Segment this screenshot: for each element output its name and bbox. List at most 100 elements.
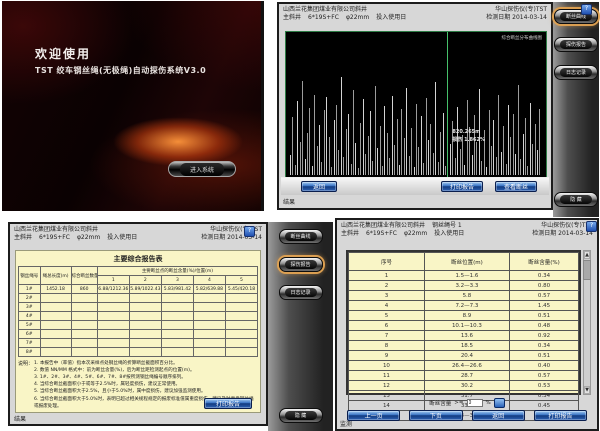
scrollbar[interactable]: ▲ ▼ — [583, 250, 591, 395]
report-cell: 5# — [19, 321, 41, 330]
chart-bar — [438, 162, 439, 175]
scroll-up-icon[interactable]: ▲ — [584, 251, 590, 259]
company-name: 山西兰花集团煤业有限公司斜井 — [283, 6, 367, 14]
detail-window-header: 山西兰花集团煤业有限公司斜井 钢丝绳号 1 华山探伤仪(专)TST 主斜井 6*… — [337, 220, 597, 238]
next-page-button[interactable]: 下页 — [409, 410, 462, 421]
report-cell — [40, 348, 71, 357]
col-index: 序号 — [349, 253, 425, 271]
menu-log-record[interactable]: 日志记录 — [279, 285, 323, 300]
chart-bars — [286, 32, 546, 179]
detail-table-row[interactable]: 1128.70.57 — [349, 371, 579, 381]
chart-bar — [375, 86, 376, 175]
detail-table-row[interactable]: 23.2—3.30.80 — [349, 281, 579, 291]
menu-inspection-report[interactable]: 探伤报告 — [554, 37, 598, 52]
view-broken-wire-button[interactable]: 查看断丝 — [495, 181, 537, 192]
detail-table-row[interactable]: 610.1—10.30.48 — [349, 321, 579, 331]
print-report-button[interactable]: 打印报告 — [534, 410, 587, 421]
hide-button[interactable]: 隐 藏 — [279, 408, 323, 423]
report-cell: 2# — [19, 294, 41, 303]
detail-cell: 0.92 — [509, 331, 578, 341]
chart-bar — [513, 114, 514, 175]
chart-bar — [329, 137, 330, 175]
enter-system-button[interactable]: 进入系统 — [168, 161, 236, 177]
detail-cell: 7 — [349, 331, 425, 341]
chart-bar — [493, 120, 494, 175]
detail-table-row[interactable]: 58.90.51 — [349, 311, 579, 321]
report-cell — [129, 303, 161, 312]
scrollbar-thumb[interactable] — [583, 260, 591, 280]
detail-cell: 13.6 — [424, 331, 509, 341]
chart-bar — [515, 154, 516, 175]
detail-cell: 0.40 — [509, 361, 578, 371]
filter-value-input[interactable] — [467, 399, 483, 407]
help-icon[interactable]: ? — [586, 221, 597, 232]
chart-bar — [435, 82, 436, 175]
detail-table-row[interactable]: 35.80.57 — [349, 291, 579, 301]
back-button[interactable]: 返回 — [472, 410, 525, 421]
menu-log-record[interactable]: 日志记录 — [554, 65, 598, 80]
note-item: 1. 本报告中（率值）指本次采样点处钢丝绳的折算断丝截面积百分比。 — [34, 360, 258, 367]
help-icon[interactable]: ? — [581, 4, 592, 15]
detail-table-row[interactable]: 713.60.92 — [349, 331, 579, 341]
chart-bar — [377, 148, 378, 175]
detail-cell: 11 — [349, 371, 425, 381]
subcol-4: 4 — [193, 276, 225, 285]
detail-cell: 0.53 — [509, 381, 578, 391]
detail-cell: 9 — [349, 351, 425, 361]
col-rope-no: 钢丝绳号 — [19, 267, 41, 285]
detail-table-row[interactable]: 11.5—1.60.34 — [349, 271, 579, 281]
detail-table-row[interactable]: 47.2—7.31.45 — [349, 301, 579, 311]
chart-bar — [430, 124, 431, 175]
chart-bar — [409, 156, 410, 175]
broken-wire-chart[interactable]: 820.265m 损伤 1.862% 综合断丝分布曲线图 — [285, 31, 547, 180]
detail-table-row[interactable]: 818.50.34 — [349, 341, 579, 351]
print-report-button[interactable]: 打印报告 — [204, 398, 252, 409]
detail-window: 山西兰花集团煤业有限公司斜井 钢丝绳号 1 华山探伤仪(专)TST 主斜井 6*… — [335, 218, 599, 431]
report-cell — [225, 294, 257, 303]
enter-system-label: 进入系统 — [180, 163, 224, 176]
chart-bar — [433, 153, 434, 175]
report-cell — [129, 312, 161, 321]
menu-inspection-report[interactable]: 探伤报告 — [279, 257, 323, 272]
hide-button[interactable]: 隐 藏 — [554, 192, 598, 207]
chart-bar — [394, 145, 395, 175]
print-report-button[interactable]: 打印报告 — [441, 181, 483, 192]
menu-broken-wire-curve[interactable]: 断丝曲线 — [279, 229, 323, 244]
chart-bar — [506, 164, 507, 175]
detail-table-row[interactable]: 1230.20.53 — [349, 381, 579, 391]
detail-button-row: 上一页 下页 返回 打印报告 — [347, 410, 587, 421]
back-button[interactable]: 返回 — [301, 181, 337, 192]
chart-bar — [387, 133, 388, 175]
cursor-value: 损伤 1.862% — [452, 137, 485, 145]
report-cell — [40, 330, 71, 339]
scroll-down-icon[interactable]: ▼ — [584, 386, 590, 394]
note-item: 4. 当综合断丝截面积小于或等于2.5%时，属轻度损伤，建议正常使用。 — [34, 381, 258, 388]
report-table: 钢丝绳号 绳总长度(m) 综合断丝数量(处) 主要断丝点的断丝含量(%)/位置(… — [18, 266, 258, 357]
chart-bar — [445, 166, 446, 175]
filter-apply-button[interactable] — [494, 398, 505, 408]
menu-inspection-report-label: 探伤报告 — [560, 40, 592, 49]
detail-cell: 5.8 — [424, 291, 509, 301]
detail-table-row[interactable]: 1026.4—26.60.40 — [349, 361, 579, 371]
prev-page-button[interactable]: 上一页 — [347, 410, 400, 421]
col-break-count: 综合断丝数量(处) — [71, 267, 97, 285]
help-icon[interactable]: ? — [244, 226, 255, 237]
chart-bar — [532, 144, 533, 175]
report-table-body: 1#1452.188606.88/1212.365.89/1022.435.83… — [19, 285, 258, 357]
report-cell — [193, 312, 225, 321]
detail-cell: 3 — [349, 291, 425, 301]
report-cell — [71, 294, 97, 303]
report-table-row: 5# — [19, 321, 258, 330]
chart-cursor-line[interactable] — [447, 32, 448, 179]
chart-bar — [355, 143, 356, 175]
chart-bar — [324, 110, 325, 175]
menu-broken-wire-curve-label: 断丝曲线 — [285, 232, 317, 241]
report-cell — [97, 339, 129, 348]
chart-bar — [530, 103, 531, 176]
chart-bar — [464, 165, 465, 175]
detail-table-row[interactable]: 920.40.51 — [349, 351, 579, 361]
report-cell — [71, 303, 97, 312]
chart-bar — [503, 126, 504, 175]
report-cell: 6# — [19, 330, 41, 339]
chart-bar — [474, 115, 475, 175]
